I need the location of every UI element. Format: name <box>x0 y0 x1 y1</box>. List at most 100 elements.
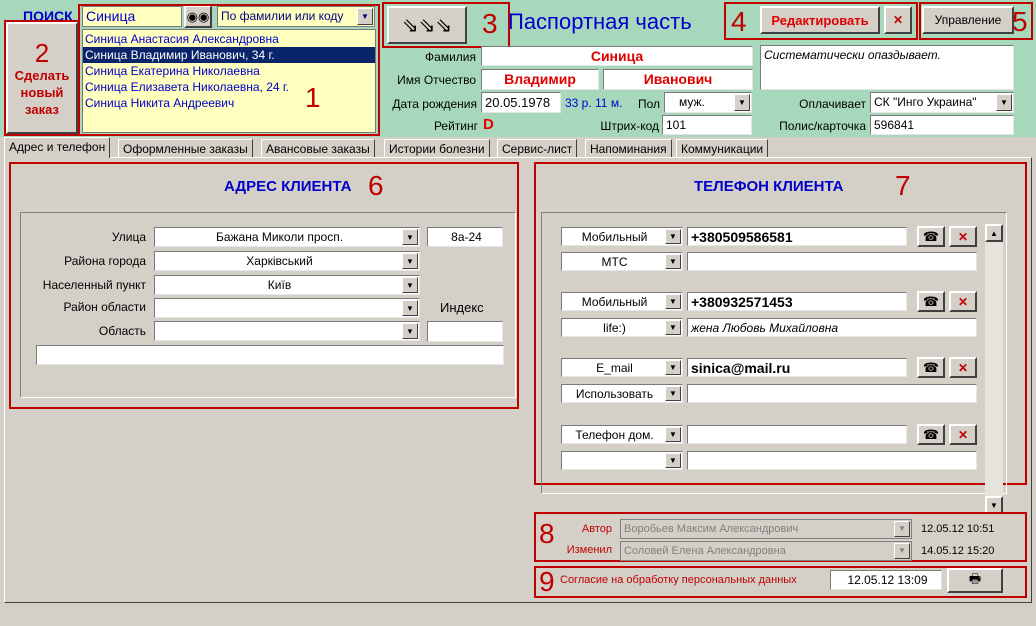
phone-subtype-value: МТС <box>601 255 628 269</box>
chevron-down-icon[interactable]: ▼ <box>894 521 910 537</box>
region-label: Область <box>98 324 146 338</box>
patronymic-field[interactable]: Иванович <box>603 69 753 90</box>
marker-7: 7 <box>895 170 911 201</box>
marker-9: 9 <box>539 566 555 597</box>
policy-field[interactable]: 596841 <box>870 115 1014 135</box>
call-button[interactable]: ☎ <box>917 226 945 247</box>
chevron-down-icon[interactable]: ▼ <box>665 294 681 309</box>
phone-note-field[interactable] <box>687 384 977 403</box>
phone-subtype-select[interactable]: ▼ <box>561 451 683 470</box>
changed-label: Изменил <box>566 544 612 556</box>
delete-phone-button[interactable]: ✕ <box>949 357 977 378</box>
region-district-label: Район области <box>63 300 147 314</box>
policy-label: Полис/карточка <box>779 119 866 133</box>
phone-subtype-select[interactable]: МТС ▼ <box>561 252 683 271</box>
phone-icon: ☎ <box>922 228 940 244</box>
dob-field[interactable]: 20.05.1978 <box>481 92 561 113</box>
chevron-down-icon[interactable]: ▼ <box>665 254 681 269</box>
phone-icon: ☎ <box>922 293 940 309</box>
tab-advance-orders[interactable]: Авансовые заказы <box>261 139 375 158</box>
street-select[interactable]: Бажана Миколи просп. ▼ <box>154 227 420 247</box>
phone-type-select[interactable]: Мобильный ▼ <box>561 227 683 246</box>
chevron-down-icon[interactable]: ▼ <box>402 300 418 316</box>
index-field[interactable] <box>427 321 503 342</box>
chevron-down-icon[interactable]: ▼ <box>996 94 1012 111</box>
marker-box-1 <box>78 4 380 136</box>
note-field[interactable]: Систематически опаздывает. <box>760 45 1014 90</box>
phone-cross-icon: ✕ <box>957 229 969 244</box>
phone-subtype-select[interactable]: life:) ▼ <box>561 318 683 337</box>
phone-type-value: E_mail <box>596 361 633 375</box>
region-select[interactable]: ▼ <box>154 321 420 341</box>
page-title: Паспортная часть <box>508 9 692 34</box>
phone-icon: ☎ <box>922 359 940 375</box>
phone-value-field[interactable]: +380932571453 <box>687 292 907 311</box>
locality-select[interactable]: Київ ▼ <box>154 275 420 295</box>
call-button[interactable]: ☎ <box>917 424 945 445</box>
first-name-field[interactable]: Владимир <box>481 69 599 90</box>
chevron-down-icon[interactable]: ▼ <box>665 427 681 442</box>
phones-scrollbar[interactable] <box>985 224 1003 514</box>
address-extra-field[interactable] <box>36 345 504 365</box>
chevron-down-icon[interactable]: ▼ <box>665 320 681 335</box>
barcode-field[interactable]: 101 <box>662 115 752 135</box>
marker-5: 5 <box>1012 6 1028 37</box>
chevron-down-icon[interactable]: ▼ <box>665 229 681 244</box>
surname-field[interactable]: Синица <box>481 46 753 66</box>
chevron-down-icon[interactable]: ▼ <box>665 453 681 468</box>
marker-box-2 <box>4 20 80 136</box>
sex-select[interactable]: муж. ▼ <box>664 92 752 113</box>
chevron-down-icon[interactable]: ▼ <box>402 253 418 269</box>
author-select[interactable]: Воробьев Максим Александрович ▼ <box>620 519 912 539</box>
street-value: Бажана Миколи просп. <box>215 230 344 244</box>
sex-label: Пол <box>637 97 660 111</box>
chevron-down-icon[interactable]: ▼ <box>402 277 418 293</box>
consent-label: Согласие на обработку персональных данны… <box>560 574 797 586</box>
chevron-down-icon[interactable]: ▼ <box>665 360 681 375</box>
consent-date-field[interactable]: 12.05.12 13:09 <box>830 570 942 590</box>
payer-label: Оплачивает <box>799 97 866 111</box>
district-value: Харківський <box>246 254 313 268</box>
phone-note-field[interactable]: жена Любовь Михайловна <box>687 318 977 337</box>
marker-1: 1 <box>305 82 321 113</box>
house-field[interactable]: 8а-24 <box>427 227 503 247</box>
phone-note-field[interactable] <box>687 451 977 470</box>
chevron-down-icon[interactable]: ▼ <box>734 94 750 111</box>
phone-note-field[interactable] <box>687 252 977 271</box>
tab-reminders[interactable]: Напоминания <box>585 139 672 158</box>
chevron-down-icon[interactable]: ▼ <box>402 229 418 245</box>
chevron-down-icon[interactable]: ▼ <box>894 543 910 559</box>
printer-icon: 🖶 <box>968 570 982 586</box>
scroll-up-button[interactable]: ▲ <box>985 224 1003 242</box>
locality-value: Київ <box>267 278 292 292</box>
tab-service-list[interactable]: Сервис-лист <box>497 139 578 158</box>
phone-value-field[interactable] <box>687 425 907 444</box>
phone-value-field[interactable]: +380509586581 <box>687 227 907 246</box>
print-button[interactable]: 🖶 <box>947 568 1003 593</box>
chevron-down-icon[interactable]: ▼ <box>402 323 418 339</box>
delete-phone-button[interactable]: ✕ <box>949 291 977 312</box>
marker-box-4 <box>724 2 918 40</box>
call-button[interactable]: ☎ <box>917 357 945 378</box>
phone-subtype-select[interactable]: Использовать ▼ <box>561 384 683 403</box>
tab-medical-history[interactable]: Истории болезни <box>384 139 490 158</box>
region-district-select[interactable]: ▼ <box>154 298 420 318</box>
delete-phone-button[interactable]: ✕ <box>949 424 977 445</box>
delete-phone-button[interactable]: ✕ <box>949 226 977 247</box>
phone-type-select[interactable]: E_mail ▼ <box>561 358 683 377</box>
payer-select[interactable]: СК "Инго Украина" ▼ <box>870 92 1014 113</box>
street-label: Улица <box>111 230 146 244</box>
phone-value-field[interactable]: sinica@mail.ru <box>687 358 907 377</box>
barcode-label: Штрих-код <box>600 119 659 133</box>
changed-select[interactable]: Соловей Елена Александровна ▼ <box>620 541 912 561</box>
tab-orders[interactable]: Оформленные заказы <box>118 139 253 158</box>
district-select[interactable]: Харківський ▼ <box>154 251 420 271</box>
chevron-down-icon[interactable]: ▼ <box>665 386 681 401</box>
tab-communications[interactable]: Коммуникации <box>676 139 769 158</box>
phone-type-select[interactable]: Телефон дом. ▼ <box>561 425 683 444</box>
author-value: Воробьев Максим Александрович <box>624 523 799 535</box>
tab-address-phone[interactable]: Адрес и телефон <box>4 137 111 158</box>
author-time: 12.05.12 10:51 <box>921 523 995 535</box>
call-button[interactable]: ☎ <box>917 291 945 312</box>
phone-type-select[interactable]: Мобильный ▼ <box>561 292 683 311</box>
